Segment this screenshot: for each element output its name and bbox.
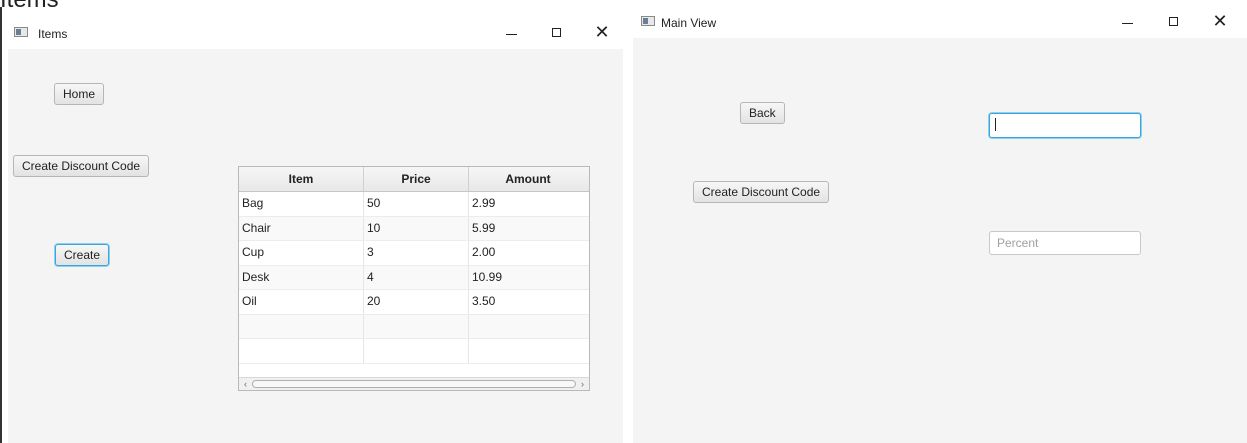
close-icon[interactable]: ✕: [1209, 11, 1231, 33]
scroll-right-icon[interactable]: ›: [577, 378, 588, 390]
maximize-icon[interactable]: [546, 22, 568, 44]
table-row[interactable]: Desk 4 10.99: [239, 265, 589, 290]
cell-price: 3: [364, 241, 469, 265]
cell-item: Oil: [239, 290, 364, 314]
cell-amount: 2.99: [472, 196, 496, 210]
cell-item: Desk: [239, 265, 364, 289]
window-edge: [0, 7, 2, 443]
create-discount-code-button[interactable]: Create Discount Code: [13, 155, 150, 177]
empty-cell: [469, 339, 587, 363]
close-icon[interactable]: ✕: [591, 22, 613, 44]
table-row[interactable]: Chair 10 5.99: [239, 216, 589, 241]
back-button[interactable]: Back: [740, 102, 785, 124]
items-table[interactable]: Item Price Amount Bag 50 2.99 Chair 10 5…: [238, 166, 590, 391]
main-view-titlebar[interactable]: Main View ✕: [633, 7, 1247, 38]
cropped-heading: Items: [0, 0, 59, 14]
cell-amount: 3.50: [472, 294, 496, 308]
empty-cell: [239, 314, 364, 338]
main-view-window-title: Main View: [661, 16, 717, 30]
cell-amount: 2.00: [472, 245, 496, 259]
percent-input[interactable]: [989, 231, 1141, 255]
minimize-icon[interactable]: [1117, 11, 1139, 33]
discount-code-input-wrap: [989, 113, 1141, 138]
horizontal-scrollbar[interactable]: ‹ ›: [239, 377, 589, 390]
app-icon: [641, 16, 655, 26]
maximize-icon[interactable]: [1163, 11, 1185, 33]
cell-price: 4: [364, 265, 469, 289]
cell-price: 50: [364, 192, 469, 216]
cell-item: Chair: [239, 216, 364, 240]
home-button[interactable]: Home: [54, 83, 105, 105]
table-row[interactable]: Cup 3 2.00: [239, 241, 589, 266]
table-header: Item Price Amount: [239, 167, 589, 192]
cell-amount: 10.99: [472, 269, 503, 284]
cell-item: Bag: [239, 192, 364, 216]
create-button[interactable]: Create: [55, 244, 110, 266]
column-header-price[interactable]: Price: [364, 167, 469, 191]
minimize-icon[interactable]: [501, 22, 523, 44]
scrollbar-thumb[interactable]: [252, 380, 576, 388]
create-discount-code-button[interactable]: Create Discount Code: [693, 181, 830, 203]
scroll-left-icon[interactable]: ‹: [240, 378, 251, 390]
table-row[interactable]: Bag 50 2.99: [239, 192, 589, 217]
empty-row: [239, 339, 589, 364]
empty-cell: [469, 315, 587, 339]
cell-price: 20: [364, 290, 469, 314]
items-window: Items ✕ Home Create Discount Code Create…: [8, 18, 623, 443]
text-caret: [995, 118, 996, 131]
empty-cell: [364, 314, 469, 338]
cell-price: 10: [364, 216, 469, 240]
table-row[interactable]: Oil 20 3.50: [239, 290, 589, 315]
empty-row: [239, 314, 589, 339]
empty-cell: [364, 339, 469, 363]
items-window-title: Items: [38, 27, 68, 41]
column-header-amount[interactable]: Amount: [469, 167, 587, 191]
main-view-window: Main View ✕ Back Create Discount Code: [633, 7, 1247, 443]
cell-item: Cup: [239, 241, 364, 265]
column-header-item[interactable]: Item: [239, 167, 364, 191]
items-titlebar[interactable]: Items ✕: [8, 18, 623, 49]
empty-cell: [239, 339, 364, 363]
cell-amount: 5.99: [472, 220, 496, 235]
app-icon: [14, 27, 28, 37]
discount-code-input[interactable]: [989, 113, 1141, 138]
